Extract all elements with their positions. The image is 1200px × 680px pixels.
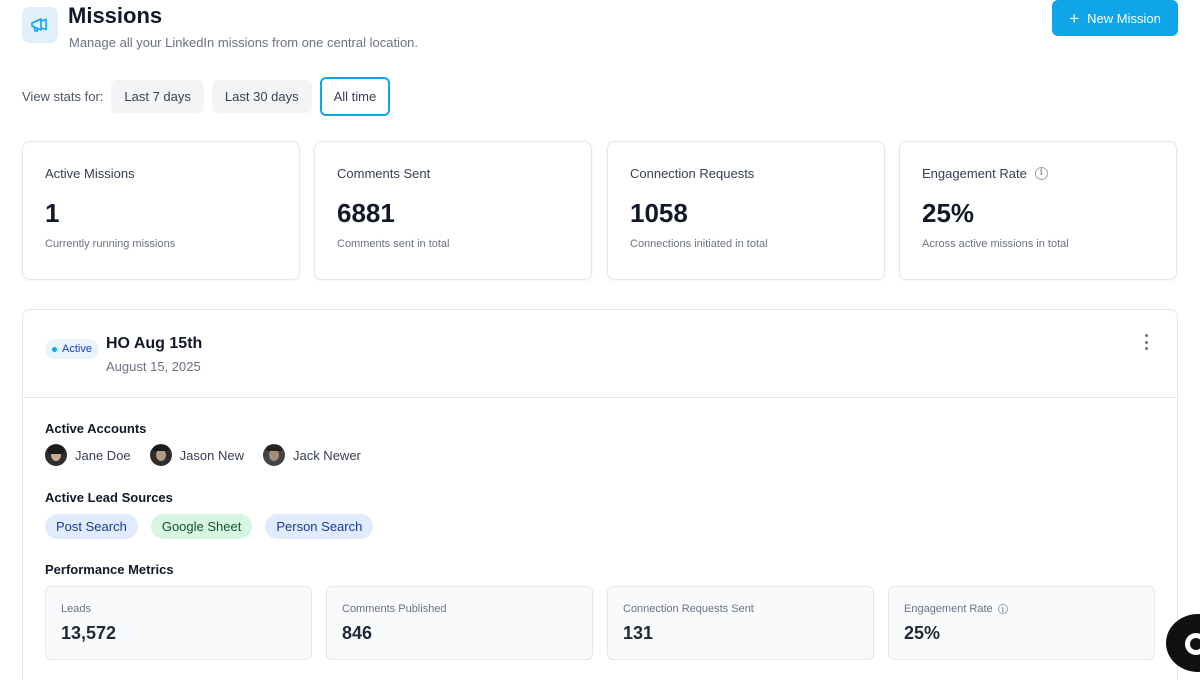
mission-title: HO Aug 15th [106,335,203,352]
stat-value: 6881 [337,198,395,228]
stat-card-connection-requests: Connection Requests 1058 Connections ini… [607,141,885,280]
metric-value: 131 [623,623,654,643]
metric-card-engagement-rate: Engagement Rate i 25% [888,586,1155,660]
status-badge: Active [45,339,99,359]
lead-source-person-search[interactable]: Person Search [265,514,374,539]
stats-period-filter: View stats for: Last 7 days Last 30 days… [22,76,398,116]
filter-all-time[interactable]: All time [319,76,391,116]
lead-sources-title: Active Lead Sources [45,490,173,505]
page-header: Missions Manage all your LinkedIn missio… [22,0,1178,60]
page-subtitle: Manage all your LinkedIn missions from o… [69,35,419,50]
stat-label: Comments Sent [337,166,431,181]
account-name: Jason New [179,447,244,463]
stat-description: Connections initiated in total [630,238,768,250]
info-icon[interactable]: i [1034,167,1048,180]
mission-card-header: Active HO Aug 15th August 15, 2025 [23,310,1177,398]
filter-label: View stats for: [22,88,104,104]
metric-card-connection-requests-sent: Connection Requests Sent 131 [607,586,874,660]
lead-sources-list: Post Search Google Sheet Person Search [45,514,386,539]
metric-label: Comments Published [342,603,447,615]
new-mission-button[interactable]: + New Mission [1052,0,1178,36]
new-mission-label: New Mission [1087,10,1161,26]
page-title: Missions [68,3,163,28]
stat-value: 25% [922,198,975,228]
account-item[interactable]: Jack Newer [262,444,361,466]
stat-label: Active Missions [45,166,135,181]
stat-label: Connection Requests [630,166,755,181]
metric-card-leads: Leads 13,572 [45,586,312,660]
stat-card-engagement-rate: Engagement Rate i 25% Across active miss… [899,141,1177,280]
metric-card-comments-published: Comments Published 846 [326,586,593,660]
stat-value: 1 [45,198,60,228]
filter-last-7-days[interactable]: Last 7 days [111,79,204,113]
chat-icon [1185,633,1200,655]
active-accounts-list: Jane Doe Jason New Jack Newer [45,444,380,466]
avatar [149,444,172,466]
stat-value: 1058 [630,198,688,228]
stat-card-comments-sent: Comments Sent 6881 Comments sent in tota… [314,141,592,280]
megaphone-icon [22,7,58,43]
avatar [45,444,67,466]
mission-date: August 15, 2025 [106,359,201,374]
plus-icon: + [1069,8,1080,28]
performance-metrics-title: Performance Metrics [45,562,174,577]
more-options-icon[interactable] [1141,334,1151,350]
metric-value: 846 [342,623,373,643]
info-icon[interactable]: i [997,604,1008,614]
stat-description: Currently running missions [45,238,176,250]
mission-card[interactable]: Active HO Aug 15th August 15, 2025 Activ… [22,309,1178,680]
account-name: Jack Newer [292,447,361,463]
metric-label: Leads [61,603,91,615]
stat-label: Engagement Rate i [922,166,1048,181]
filter-last-30-days[interactable]: Last 30 days [211,79,312,113]
stat-description: Comments sent in total [337,238,450,250]
active-accounts-title: Active Accounts [45,421,147,436]
account-name: Jane Doe [75,447,131,463]
status-dot-icon [52,346,57,352]
stat-description: Across active missions in total [922,238,1069,250]
metric-label: Connection Requests Sent [623,603,754,615]
account-item[interactable]: Jason New [149,444,244,466]
stat-card-active-missions: Active Missions 1 Currently running miss… [22,141,300,280]
account-item[interactable]: Jane Doe [45,444,131,466]
lead-source-google-sheet[interactable]: Google Sheet [150,514,253,539]
metric-label: Engagement Rate i [904,603,1008,615]
metric-value: 13,572 [61,623,117,643]
metric-value: 25% [904,623,941,643]
avatar [262,444,285,466]
lead-source-post-search[interactable]: Post Search [45,514,138,539]
